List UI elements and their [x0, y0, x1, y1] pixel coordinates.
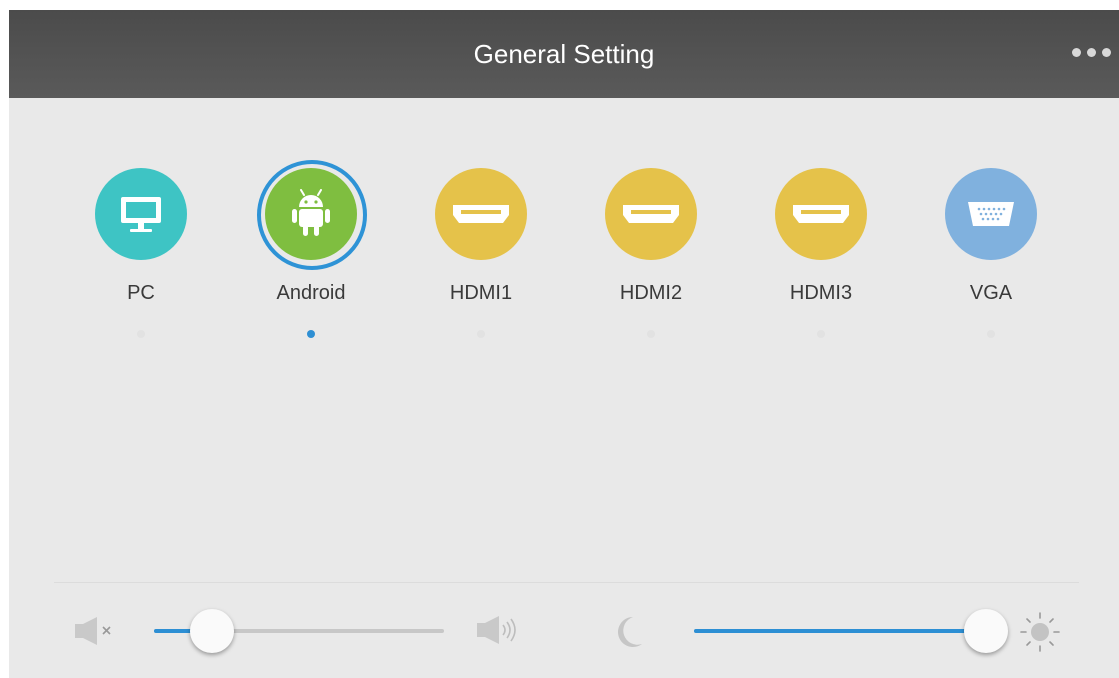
- source-indicator: [647, 330, 655, 338]
- divider: [54, 582, 1079, 583]
- source-pc[interactable]: PC: [76, 164, 206, 354]
- source-hdmi1[interactable]: HDMI1: [416, 164, 546, 354]
- source-circle: [945, 168, 1037, 260]
- source-circle: [265, 168, 357, 260]
- source-hdmi2[interactable]: HDMI2: [586, 164, 716, 354]
- source-indicator: [307, 330, 315, 338]
- brightness-slider-handle[interactable]: [964, 609, 1008, 653]
- brightness-level: [694, 629, 986, 633]
- volume-slider[interactable]: [154, 609, 444, 653]
- sun-icon[interactable]: [1017, 610, 1063, 654]
- brightness-slider[interactable]: [694, 609, 1008, 653]
- source-android[interactable]: Android: [246, 160, 376, 354]
- source-vga[interactable]: VGA: [926, 164, 1056, 354]
- more-dot: [1087, 48, 1096, 57]
- source-label: Android: [276, 282, 346, 304]
- source-indicator: [987, 330, 995, 338]
- source-circle: [775, 168, 867, 260]
- more-dot: [1072, 48, 1081, 57]
- source-indicator: [137, 330, 145, 338]
- hdmi-port-icon: [793, 205, 849, 223]
- settings-panel: General Setting PC Android HDMI1 HDMI2 H…: [9, 10, 1119, 678]
- source-circle: [605, 168, 697, 260]
- volume-slider-handle[interactable]: [190, 609, 234, 653]
- vga-port-icon: [968, 202, 1014, 226]
- source-circle: [95, 168, 187, 260]
- source-hdmi3[interactable]: HDMI3: [756, 164, 886, 354]
- source-label: PC: [127, 282, 155, 304]
- android-icon: [292, 189, 330, 236]
- source-label: HDMI2: [619, 282, 683, 304]
- page-title: General Setting: [473, 39, 655, 69]
- more-dot: [1102, 48, 1111, 57]
- source-indicator: [817, 330, 825, 338]
- monitor-icon: [121, 197, 161, 232]
- source-circle: [435, 168, 527, 260]
- moon-icon[interactable]: [611, 614, 647, 650]
- source-indicator: [477, 330, 485, 338]
- more-dots-icon[interactable]: [1070, 46, 1113, 59]
- volume-up-icon[interactable]: [475, 614, 523, 646]
- source-label: HDMI3: [789, 282, 853, 304]
- hdmi-port-icon: [453, 205, 509, 223]
- hdmi-port-icon: [623, 205, 679, 223]
- header-bar: General Setting: [9, 10, 1119, 98]
- volume-mute-icon[interactable]: [73, 616, 119, 646]
- source-label: HDMI1: [449, 282, 513, 304]
- source-label: VGA: [969, 282, 1013, 304]
